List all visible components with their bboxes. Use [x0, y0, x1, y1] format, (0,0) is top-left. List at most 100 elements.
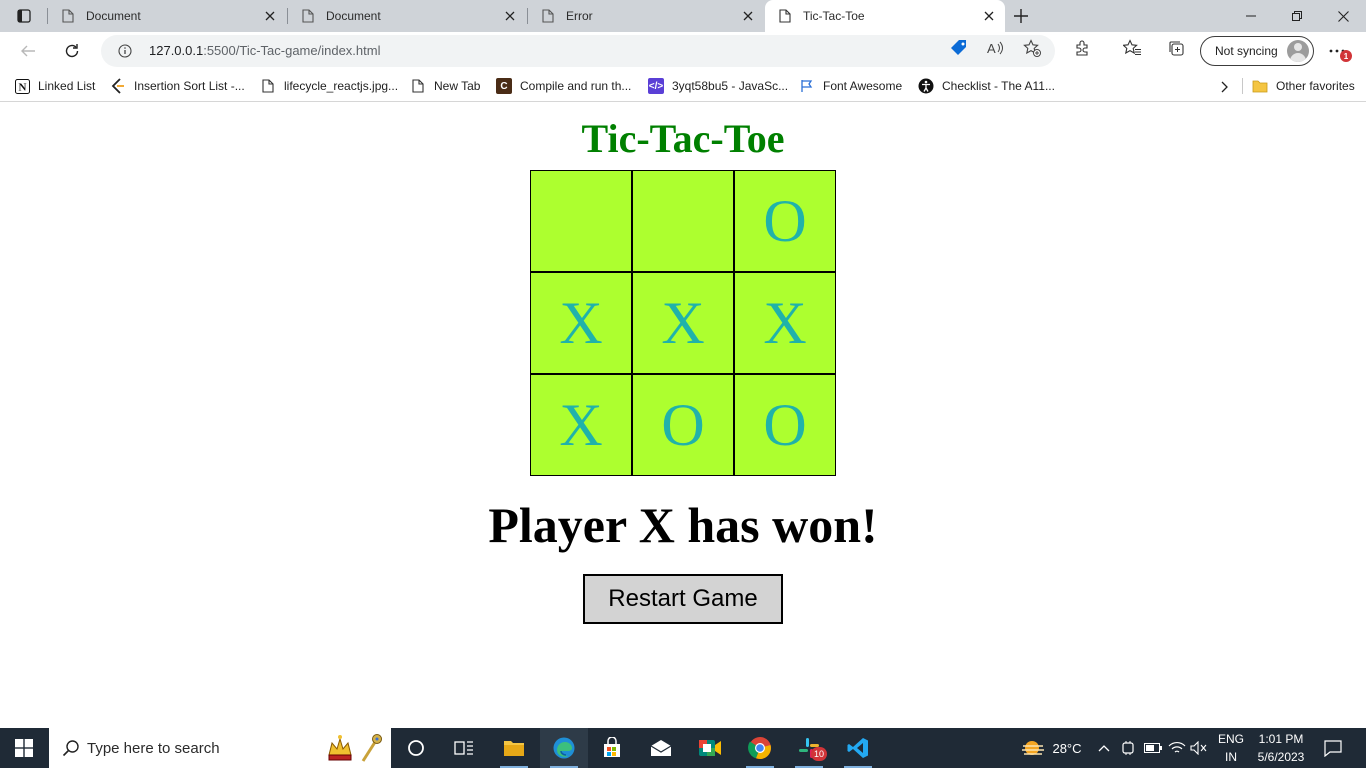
bookmark-other-favorites[interactable]: Other favorites [1252, 76, 1355, 96]
language: ENG [1217, 732, 1244, 746]
chevron-up-icon[interactable] [1094, 728, 1114, 768]
game-board: O X X X X O O [530, 170, 836, 476]
svg-text:A: A [987, 41, 996, 56]
search-icon [61, 738, 81, 758]
board-cell[interactable]: X [734, 272, 836, 374]
notion-icon: N [14, 78, 30, 94]
cortana-icon[interactable] [392, 728, 440, 768]
board-cell[interactable]: O [734, 170, 836, 272]
meet-icon[interactable] [686, 728, 734, 768]
bookmark-javascript[interactable]: </> 3yqt58bu5 - JavaSc... [648, 76, 788, 96]
battery-icon[interactable] [1142, 728, 1164, 768]
device-icon[interactable] [1118, 728, 1138, 768]
bookmark-linked-list[interactable]: N Linked List [14, 76, 95, 96]
temperature[interactable]: 28°C [1050, 728, 1084, 768]
restart-game-button[interactable]: Restart Game [583, 574, 783, 624]
favorites-icon[interactable] [1122, 38, 1142, 58]
microsoft-store-icon[interactable] [588, 728, 636, 768]
close-icon[interactable] [977, 4, 1001, 28]
slack-icon[interactable]: 10 [785, 728, 833, 768]
minimize-icon[interactable] [1228, 0, 1274, 32]
task-view-icon[interactable] [440, 728, 488, 768]
refresh-icon[interactable] [57, 36, 87, 66]
vscode-icon[interactable] [834, 728, 882, 768]
language-indicator[interactable]: ENG IN [1212, 728, 1250, 768]
tab-error[interactable]: Error [528, 0, 764, 32]
slack-badge: 10 [811, 747, 827, 761]
windows-start-icon[interactable] [0, 728, 48, 768]
bookmarks-separator [1242, 78, 1243, 94]
board-cell[interactable] [530, 170, 632, 272]
board-cell[interactable] [632, 170, 734, 272]
back-arrow-icon[interactable] [13, 36, 43, 66]
shopping-tag-icon[interactable] [949, 38, 969, 58]
chrome-icon[interactable] [736, 728, 784, 768]
edge-browser-icon[interactable] [540, 728, 588, 768]
taskbar: Type here to search 10 28°C ENG IN 1:01 … [0, 728, 1366, 768]
bookmark-label: Font Awesome [823, 79, 903, 93]
read-aloud-icon[interactable]: A [985, 38, 1005, 58]
weather-icon[interactable] [1016, 728, 1050, 768]
bookmark-new-tab[interactable]: New Tab [410, 76, 480, 96]
bookmark-compile-and-run[interactable]: C Compile and run th... [496, 76, 631, 96]
bookmark-insertion-sort[interactable]: Insertion Sort List -... [110, 76, 245, 96]
file-icon [410, 78, 426, 94]
folder-icon [1252, 78, 1268, 94]
clock-time: 1:01 PM [1258, 732, 1304, 746]
tab-document-1[interactable]: Document [48, 0, 286, 32]
board-cell[interactable]: X [530, 272, 632, 374]
bookmark-label: Compile and run th... [520, 79, 632, 93]
close-icon[interactable] [258, 4, 282, 28]
url-host: 127.0.0.1 [149, 43, 204, 58]
bookmark-label: Other favorites [1276, 79, 1355, 93]
bookmark-label: Linked List [38, 79, 96, 93]
address-bar[interactable]: 127.0.0.1:5500/Tic-Tac-game/index.html [101, 35, 1055, 67]
leetcode-icon [110, 78, 126, 94]
close-window-icon[interactable] [1320, 0, 1366, 32]
tab-actions-icon[interactable] [10, 4, 38, 28]
board-cell[interactable]: X [530, 374, 632, 476]
close-icon[interactable] [498, 4, 522, 28]
restore-icon[interactable] [1274, 0, 1320, 32]
tab-tic-tac-toe[interactable]: Tic-Tac-Toe [765, 0, 1005, 32]
extensions-icon[interactable] [1073, 38, 1093, 58]
page-icon [777, 8, 793, 24]
bookmark-label: New Tab [434, 79, 481, 93]
file-icon [260, 78, 276, 94]
taskbar-search[interactable]: Type here to search [49, 728, 391, 768]
region: IN [1225, 750, 1237, 764]
board-cell[interactable]: X [632, 272, 734, 374]
avatar [1287, 40, 1309, 62]
tab-title: Error [566, 9, 593, 23]
bookmark-label: 3yqt58bu5 - JavaSc... [672, 79, 789, 93]
chevron-right-icon[interactable] [1216, 78, 1234, 96]
new-tab-plus-icon[interactable] [1008, 3, 1034, 29]
collections-icon[interactable] [1166, 38, 1186, 58]
page-content: Tic-Tac-Toe O X X X X O O Player X has w… [0, 103, 1366, 728]
accessibility-icon [918, 78, 934, 94]
tab-document-2[interactable]: Document [288, 0, 526, 32]
add-favorite-icon[interactable] [1022, 38, 1042, 58]
site-info-icon[interactable] [117, 43, 133, 59]
flag-icon [799, 78, 815, 94]
clock-date: 5/6/2023 [1257, 750, 1305, 764]
tab-bar: Document Document Error Tic-Tac-Toe [0, 0, 1366, 32]
url-text[interactable]: 127.0.0.1:5500/Tic-Tac-game/index.html [149, 43, 380, 58]
bookmark-checklist[interactable]: Checklist - The A11... [918, 76, 1055, 96]
profile-sync-button[interactable]: Not syncing [1200, 36, 1314, 66]
notifications-icon[interactable] [1316, 728, 1350, 768]
bookmark-font-awesome[interactable]: Font Awesome [799, 76, 902, 96]
bookmarks-bar: N Linked List Insertion Sort List -... l… [0, 70, 1366, 102]
volume-muted-icon[interactable] [1188, 728, 1210, 768]
close-icon[interactable] [736, 4, 760, 28]
bookmark-label: Checklist - The A11... [942, 79, 1055, 93]
mail-icon[interactable] [637, 728, 685, 768]
clock[interactable]: 1:01 PM 5/6/2023 [1250, 728, 1312, 768]
wifi-icon[interactable] [1166, 728, 1188, 768]
board-cell[interactable]: O [734, 374, 836, 476]
file-explorer-icon[interactable] [490, 728, 538, 768]
bookmark-lifecycle[interactable]: lifecycle_reactjs.jpg... [260, 76, 398, 96]
game-status: Player X has won! [488, 497, 878, 553]
compiler-icon: C [496, 78, 512, 94]
board-cell[interactable]: O [632, 374, 734, 476]
